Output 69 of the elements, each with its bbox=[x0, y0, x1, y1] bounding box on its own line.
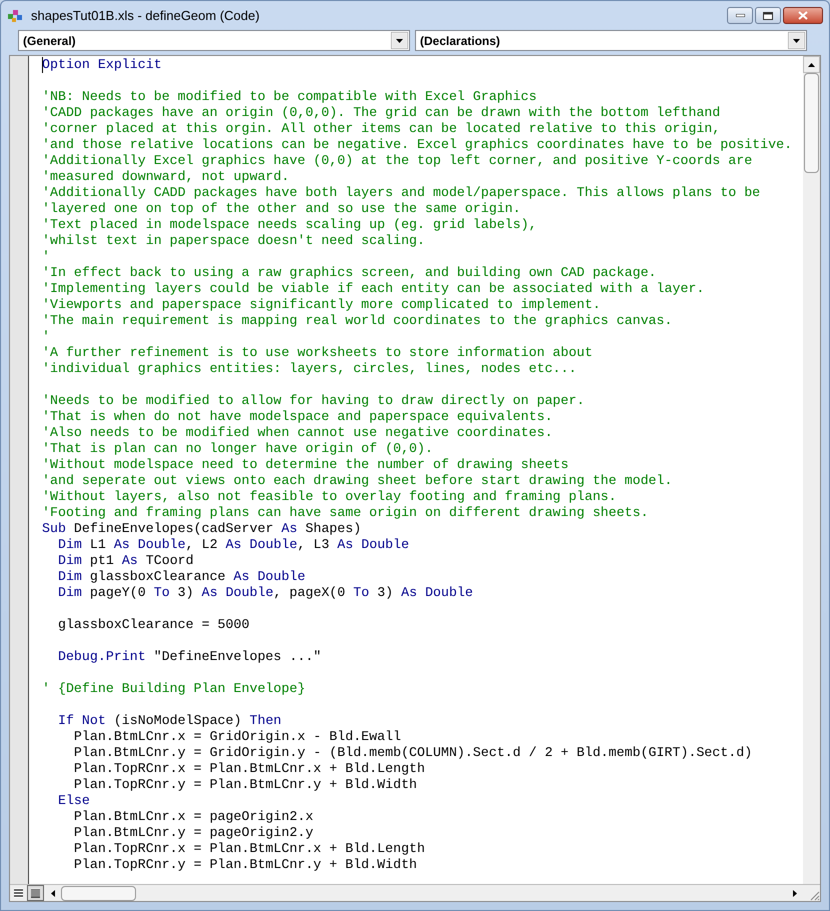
code-line: 'CADD packages have an origin (0,0,0). The grid can be drawn with the bottom lefthand bbox=[42, 105, 720, 120]
code-line: 'Additionally CADD packages have both layers and model/paperspace. This allows plans to be bbox=[42, 185, 760, 200]
code-line: ' bbox=[42, 249, 50, 264]
code-line: Plan.TopRCnr.x = Plan.BtmLCnr.x + Bld.Length bbox=[72, 761, 426, 776]
code-line: 'Without layers, also not feasible to overlay footing and framing plans. bbox=[42, 489, 617, 504]
dropdown-arrow-icon bbox=[788, 32, 805, 49]
code-line: 'The main requirement is mapping real world coordinates to the graphics canvas. bbox=[42, 313, 672, 328]
maximize-button[interactable] bbox=[755, 7, 781, 24]
scroll-thumb[interactable] bbox=[804, 73, 819, 173]
code-line: Sub DefineEnvelopes(cadServer As Shapes) bbox=[42, 521, 362, 536]
scroll-left-icon[interactable] bbox=[50, 890, 54, 896]
code-line: Dim pt1 As TCoord bbox=[56, 553, 194, 568]
minimize-button[interactable] bbox=[727, 7, 753, 24]
code-line: 'individual graphics entities: layers, circles, lines, nodes etc... bbox=[42, 361, 577, 376]
code-line: Plan.TopRCnr.y = Plan.BtmLCnr.y + Bld.Width bbox=[72, 777, 418, 792]
scroll-up-icon bbox=[808, 62, 815, 66]
window-title: shapesTut01B.xls - defineGeom (Code) bbox=[31, 6, 260, 25]
dropdown-arrow-icon bbox=[391, 32, 408, 49]
code-line: 'Text placed in modelspace needs scaling up (eg. grid labels), bbox=[42, 217, 537, 232]
code-line: 'In effect back to using a raw graphics screen, and building own CAD package. bbox=[42, 265, 656, 280]
code-line: 'corner placed at this orgin. All other items can be located relative to this origin, bbox=[42, 121, 720, 136]
code-line: Plan.BtmLCnr.x = GridOrigin.x - Bld.Ewall bbox=[72, 729, 402, 744]
code-line: If Not (isNoModelSpace) Then bbox=[56, 713, 282, 728]
code-line: Plan.BtmLCnr.y = pageOrigin2.y bbox=[72, 825, 314, 840]
scroll-right-icon[interactable] bbox=[792, 890, 796, 896]
code-line: Plan.BtmLCnr.x = pageOrigin2.x bbox=[72, 809, 314, 824]
dropdown-value: (General) bbox=[22, 32, 77, 50]
full-module-view-button[interactable] bbox=[27, 885, 44, 901]
code-line: glassboxClearance = 5000 bbox=[56, 617, 250, 632]
lines-icon bbox=[14, 889, 23, 897]
app-icon bbox=[7, 8, 25, 24]
dropdown-value: (Declarations) bbox=[419, 32, 502, 50]
vertical-scrollbar[interactable] bbox=[803, 56, 820, 884]
maximize-icon bbox=[763, 12, 773, 20]
code-line: Dim L1 As Double, L2 As Double, L3 As Double bbox=[56, 537, 410, 552]
code-line: 'and those relative locations can be negative. Excel graphics coordinates have to be positive. bbox=[42, 137, 792, 152]
object-dropdown[interactable]: (General) bbox=[18, 30, 410, 51]
code-line: Dim pageY(0 To 3) As Double, pageX(0 To 3) As Double bbox=[56, 585, 473, 600]
procedure-dropdown[interactable]: (Declarations) bbox=[415, 30, 807, 51]
code-line: 'Needs to be modified to allow for having to draw directly on paper. bbox=[42, 393, 585, 408]
code-line: 'measured downward, not upward. bbox=[42, 169, 290, 184]
code-line: Plan.TopRCnr.y = Plan.BtmLCnr.y + Bld.Width bbox=[72, 857, 418, 872]
code-line: 'whilst text in paperspace doesn't need scaling. bbox=[42, 233, 426, 248]
lines-icon bbox=[31, 888, 40, 898]
close-button[interactable] bbox=[783, 7, 823, 24]
code-line: Option Explicit bbox=[42, 57, 162, 72]
horizontal-scroll-thumb[interactable] bbox=[61, 886, 136, 900]
code-line: Dim glassboxClearance As Double bbox=[56, 569, 306, 584]
code-line: 'Additionally Excel graphics have (0,0) at the top left corner, and positive Y-coords are bbox=[42, 153, 752, 168]
code-line: 'Without modelspace need to determine the number of drawing sheets bbox=[42, 457, 569, 472]
code-line: Else bbox=[56, 793, 90, 808]
code-line: 'Footing and framing plans can have same origin on different drawing sheets. bbox=[42, 505, 648, 520]
code-line: 'Implementing layers could be viable if each entity can be associated with a layer. bbox=[42, 281, 704, 296]
close-icon bbox=[798, 11, 808, 20]
code-line: 'That is plan can no longer have origin of (0,0). bbox=[42, 441, 433, 456]
code-line: 'and seperate out views onto each drawing sheet before start drawing the model. bbox=[42, 473, 672, 488]
code-line: 'layered one on top of the other and so use the same origin. bbox=[42, 201, 521, 216]
code-line: ' bbox=[42, 329, 50, 344]
code-line: 'Also needs to be modified when cannot use negative coordinates. bbox=[42, 425, 553, 440]
code-line: 'Viewports and paperspace significantly more complicated to implement. bbox=[42, 297, 601, 312]
code-line: Plan.BtmLCnr.y = GridOrigin.y - (Bld.memb(COLUMN).Sect.d / 2 + Bld.memb(GIRT).Sect.d) bbox=[72, 745, 752, 760]
code-line: 'A further refinement is to use worksheets to store information about bbox=[42, 345, 593, 360]
code-line: Plan.TopRCnr.x = Plan.BtmLCnr.x + Bld.Length bbox=[72, 841, 426, 856]
resize-grip-icon[interactable] bbox=[808, 889, 820, 901]
code-line: Debug.Print "DefineEnvelopes ..." bbox=[56, 649, 322, 664]
minimize-icon bbox=[736, 14, 744, 17]
code-line: 'NB: Needs to be modified to be compatible with Excel Graphics bbox=[42, 89, 537, 104]
code-line: ' {Define Building Plan Envelope} bbox=[42, 681, 306, 696]
code-line: 'That is when do not have modelspace and paperspace equivalents. bbox=[42, 409, 553, 424]
